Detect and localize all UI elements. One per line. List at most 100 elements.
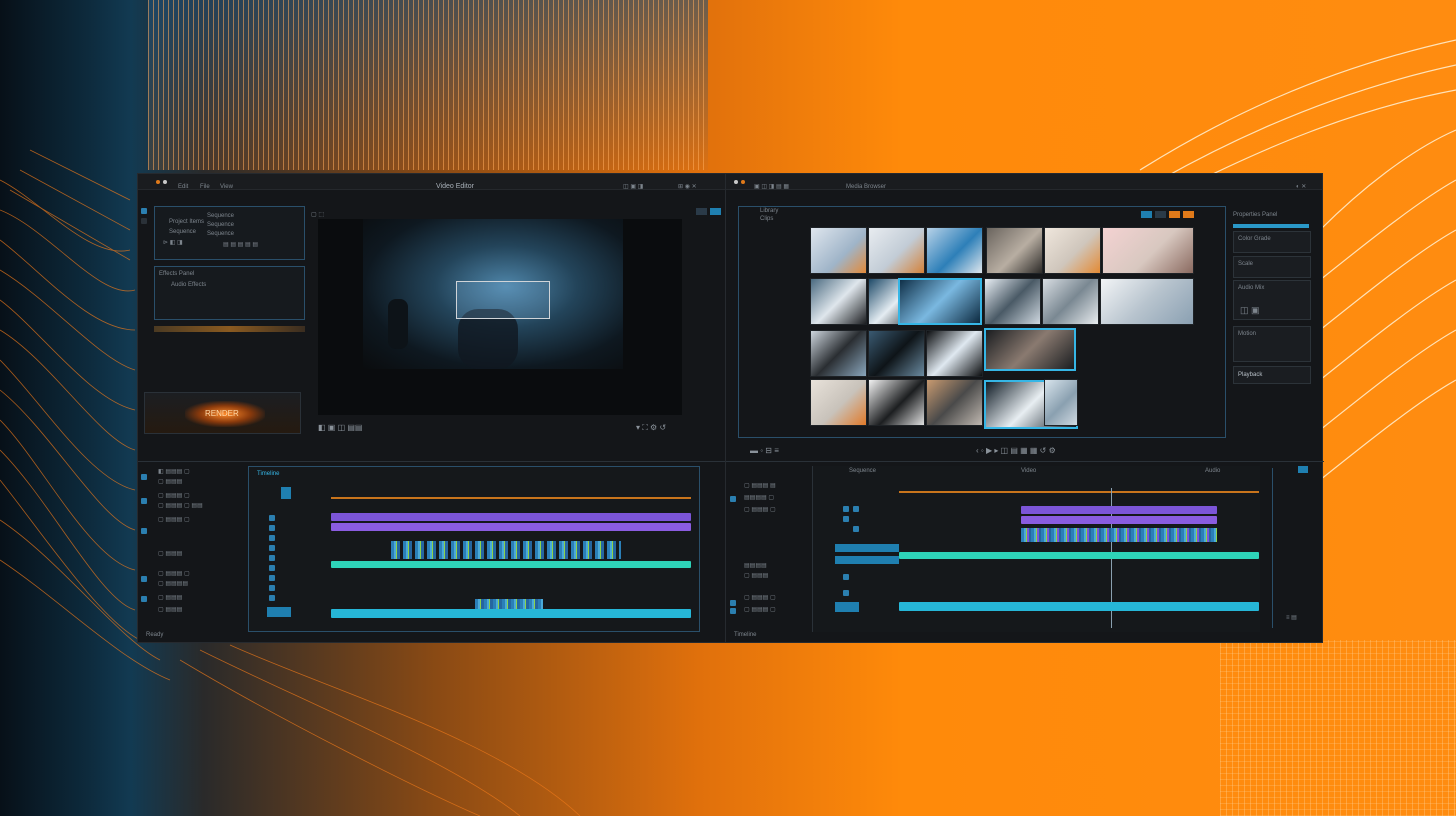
media-thumbnail[interactable] bbox=[1102, 227, 1194, 274]
media-thumbnail[interactable] bbox=[810, 330, 867, 377]
media-thumbnail[interactable] bbox=[1044, 379, 1078, 426]
media-thumbnail[interactable] bbox=[868, 330, 925, 377]
tool-icon[interactable] bbox=[141, 218, 147, 224]
vertical-scrollbar[interactable] bbox=[1272, 468, 1278, 628]
inspector-tile[interactable]: Playback bbox=[1233, 366, 1311, 384]
audio-clip-track[interactable] bbox=[331, 561, 691, 568]
scrub-strip[interactable] bbox=[154, 326, 305, 332]
view-toggle-icon[interactable] bbox=[1141, 211, 1152, 218]
view-toggle-icon[interactable] bbox=[1155, 211, 1166, 218]
project-row-icon[interactable]: ▤ ▤ ▤ ▤ ▤ bbox=[223, 241, 258, 248]
media-thumbnail-selected[interactable] bbox=[984, 328, 1076, 371]
menu-item[interactable]: View bbox=[220, 179, 233, 195]
project-row[interactable]: Sequence bbox=[207, 213, 234, 219]
media-thumbnail[interactable] bbox=[984, 278, 1041, 325]
video-clip-track2[interactable] bbox=[331, 523, 691, 531]
track-lock-icon[interactable] bbox=[853, 526, 859, 532]
toolbar-icons[interactable]: ◫ ▣ ◨ bbox=[623, 179, 643, 195]
track-lock-icon[interactable] bbox=[269, 585, 275, 591]
right-timeline[interactable]: Sequence Video Audio bbox=[812, 466, 1260, 632]
tool-icon[interactable] bbox=[730, 600, 736, 606]
track-lock-icon[interactable] bbox=[269, 545, 275, 551]
audio-waveform[interactable] bbox=[391, 541, 621, 559]
view-toggle-icon[interactable] bbox=[1169, 211, 1180, 218]
toolbar-icons[interactable]: ▣ ◫ ◨ ▤ ▦ bbox=[754, 179, 789, 195]
toolbar-icons[interactable]: ⊞ ◉ ✕ bbox=[678, 179, 697, 195]
track-lock-icon[interactable] bbox=[853, 506, 859, 512]
browser-controls[interactable]: ▬ ◦ ⊟ ≡ bbox=[750, 446, 779, 455]
media-thumbnail[interactable] bbox=[810, 227, 867, 274]
time-ruler[interactable] bbox=[899, 491, 1259, 493]
video-clip-track1[interactable] bbox=[331, 513, 691, 521]
media-thumbnail[interactable] bbox=[868, 227, 925, 274]
audio-waveform-small[interactable] bbox=[475, 599, 543, 609]
media-thumbnail[interactable] bbox=[810, 278, 867, 325]
tool-icon[interactable] bbox=[141, 208, 147, 214]
tool-icon[interactable] bbox=[141, 528, 147, 534]
monitor-toggle-button[interactable] bbox=[696, 208, 707, 215]
window-control-icon[interactable] bbox=[734, 180, 738, 184]
music-clip-track[interactable] bbox=[899, 602, 1259, 611]
media-thumbnail[interactable] bbox=[1044, 227, 1101, 274]
selection-box[interactable] bbox=[456, 281, 550, 319]
track-target-button[interactable] bbox=[267, 607, 291, 617]
track-eye-icon[interactable] bbox=[843, 516, 849, 522]
track-eye-icon[interactable] bbox=[843, 590, 849, 596]
time-ruler[interactable] bbox=[331, 497, 691, 499]
track-lock-icon[interactable] bbox=[269, 515, 275, 521]
inspector-slider[interactable] bbox=[1233, 224, 1309, 228]
track-lock-icon[interactable] bbox=[269, 595, 275, 601]
menu-item[interactable]: File bbox=[200, 179, 210, 195]
inspector-tile[interactable]: Motion bbox=[1233, 326, 1311, 362]
tool-icon[interactable] bbox=[141, 498, 147, 504]
zoom-icon[interactable] bbox=[1298, 466, 1308, 473]
project-row[interactable]: Sequence bbox=[207, 222, 234, 228]
media-thumbnail-selected[interactable] bbox=[898, 278, 982, 325]
track-target-button[interactable] bbox=[835, 602, 859, 612]
timeline-marker-icon[interactable] bbox=[281, 487, 291, 499]
window-control-icon[interactable] bbox=[156, 180, 160, 184]
media-thumbnail[interactable] bbox=[926, 379, 983, 426]
tool-icon[interactable] bbox=[141, 596, 147, 602]
track-target-button[interactable] bbox=[835, 544, 899, 552]
toolbar-icons[interactable]: ◐ ✕ bbox=[1296, 179, 1306, 195]
media-thumbnail[interactable] bbox=[1042, 278, 1099, 325]
left-timeline[interactable]: Timeline bbox=[248, 466, 700, 632]
inspector-tile[interactable]: Color Grade bbox=[1233, 231, 1311, 253]
playback-controls[interactable]: ‹ ◦ ▶ ▸ ◫ ▤ ▦ ▦ ↺ ⚙ bbox=[976, 446, 1056, 455]
audio-clip-track[interactable] bbox=[899, 552, 1259, 559]
window-control-icon[interactable] bbox=[741, 180, 745, 184]
media-thumbnail[interactable] bbox=[810, 379, 867, 426]
window-control-icon[interactable] bbox=[163, 180, 167, 184]
tool-icon[interactable] bbox=[141, 474, 147, 480]
monitor-tools[interactable]: ▾ ⛶ ⚙ ↺ bbox=[636, 423, 666, 433]
track-lock-icon[interactable] bbox=[269, 575, 275, 581]
track-lock-icon[interactable] bbox=[269, 555, 275, 561]
media-thumbnail[interactable] bbox=[868, 379, 925, 426]
video-clip-track2[interactable] bbox=[1021, 516, 1217, 524]
track-eye-icon[interactable] bbox=[843, 506, 849, 512]
music-clip-track[interactable] bbox=[331, 609, 691, 618]
media-thumbnail[interactable] bbox=[926, 330, 983, 377]
effects-row[interactable]: Audio Effects bbox=[171, 282, 206, 288]
render-thumbnail[interactable]: RENDER bbox=[144, 392, 301, 434]
view-toggle-icon[interactable] bbox=[1183, 211, 1194, 218]
track-target-button[interactable] bbox=[835, 556, 899, 564]
project-row[interactable]: Sequence bbox=[169, 229, 196, 235]
tool-icon[interactable] bbox=[141, 576, 147, 582]
tool-icon[interactable] bbox=[730, 496, 736, 502]
program-monitor[interactable] bbox=[318, 219, 682, 415]
media-thumbnail[interactable] bbox=[986, 227, 1043, 274]
tool-icon[interactable] bbox=[730, 608, 736, 614]
media-thumbnail[interactable] bbox=[1100, 278, 1194, 325]
inspector-tile[interactable]: Scale bbox=[1233, 256, 1311, 278]
media-thumbnail[interactable] bbox=[926, 227, 983, 274]
transport-controls[interactable]: ◧ ▣ ◫ ▤▤ bbox=[318, 423, 362, 432]
audio-waveform[interactable] bbox=[1021, 528, 1217, 542]
track-lock-icon[interactable] bbox=[269, 535, 275, 541]
track-eye-icon[interactable] bbox=[843, 574, 849, 580]
menu-item[interactable]: Edit bbox=[178, 179, 188, 195]
project-row-icon[interactable]: ⊳ ◧ ◨ bbox=[163, 239, 183, 246]
track-lock-icon[interactable] bbox=[269, 525, 275, 531]
track-lock-icon[interactable] bbox=[269, 565, 275, 571]
